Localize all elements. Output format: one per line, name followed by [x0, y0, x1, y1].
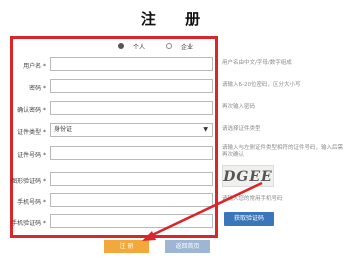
phone-label: 手机号码 *	[17, 199, 46, 206]
password-hint: 请输入6-20位密码，区分大小写	[222, 82, 301, 88]
return-home-button[interactable]: 返回首页	[165, 240, 210, 253]
captcha-image[interactable]: DGEE	[222, 165, 274, 187]
phone-input[interactable]	[50, 193, 213, 207]
id-number-label: 证件号码 *	[17, 152, 46, 159]
id-number-hint: 请输入与左侧证件类型相符的证件号码，输入后需再次确认	[222, 145, 344, 158]
id-type-value: 身份证	[54, 126, 73, 133]
captcha-input[interactable]	[50, 172, 213, 186]
captcha-label: 图形验证码 *	[11, 178, 46, 185]
radio-enterprise[interactable]	[166, 43, 172, 49]
password-label: 密码 *	[29, 85, 46, 92]
id-type-hint: 请选择证件类型	[222, 126, 261, 132]
radio-personal[interactable]	[118, 43, 124, 49]
confirm-password-hint: 再次输入密码	[222, 104, 256, 110]
id-number-input[interactable]	[50, 146, 213, 160]
id-type-label: 证件类型 *	[17, 129, 46, 136]
sms-code-label: 手机验证码 *	[11, 220, 46, 227]
phone-hint: 请输入您的常用手机号码	[222, 196, 283, 202]
username-hint: 用户名由中文/字母/数字组成	[222, 60, 292, 66]
sms-code-input[interactable]	[50, 214, 213, 228]
chevron-down-icon: ▼	[203, 126, 208, 133]
id-type-select[interactable]: 身份证 ▼	[50, 123, 213, 137]
password-input[interactable]	[50, 79, 213, 93]
user-type-selector: 个人 企业	[0, 40, 353, 52]
username-label: 用户名 *	[23, 63, 46, 70]
confirm-password-input[interactable]	[50, 101, 213, 115]
submit-button[interactable]: 注 册	[104, 240, 149, 253]
confirm-password-label: 确认密码 *	[17, 107, 46, 114]
page-title: 注 册	[140, 10, 213, 28]
username-input[interactable]	[50, 57, 213, 71]
radio-enterprise-label[interactable]: 企业	[181, 42, 193, 51]
radio-personal-label[interactable]: 个人	[133, 42, 145, 51]
get-sms-code-button[interactable]: 获取验证码	[224, 212, 274, 226]
